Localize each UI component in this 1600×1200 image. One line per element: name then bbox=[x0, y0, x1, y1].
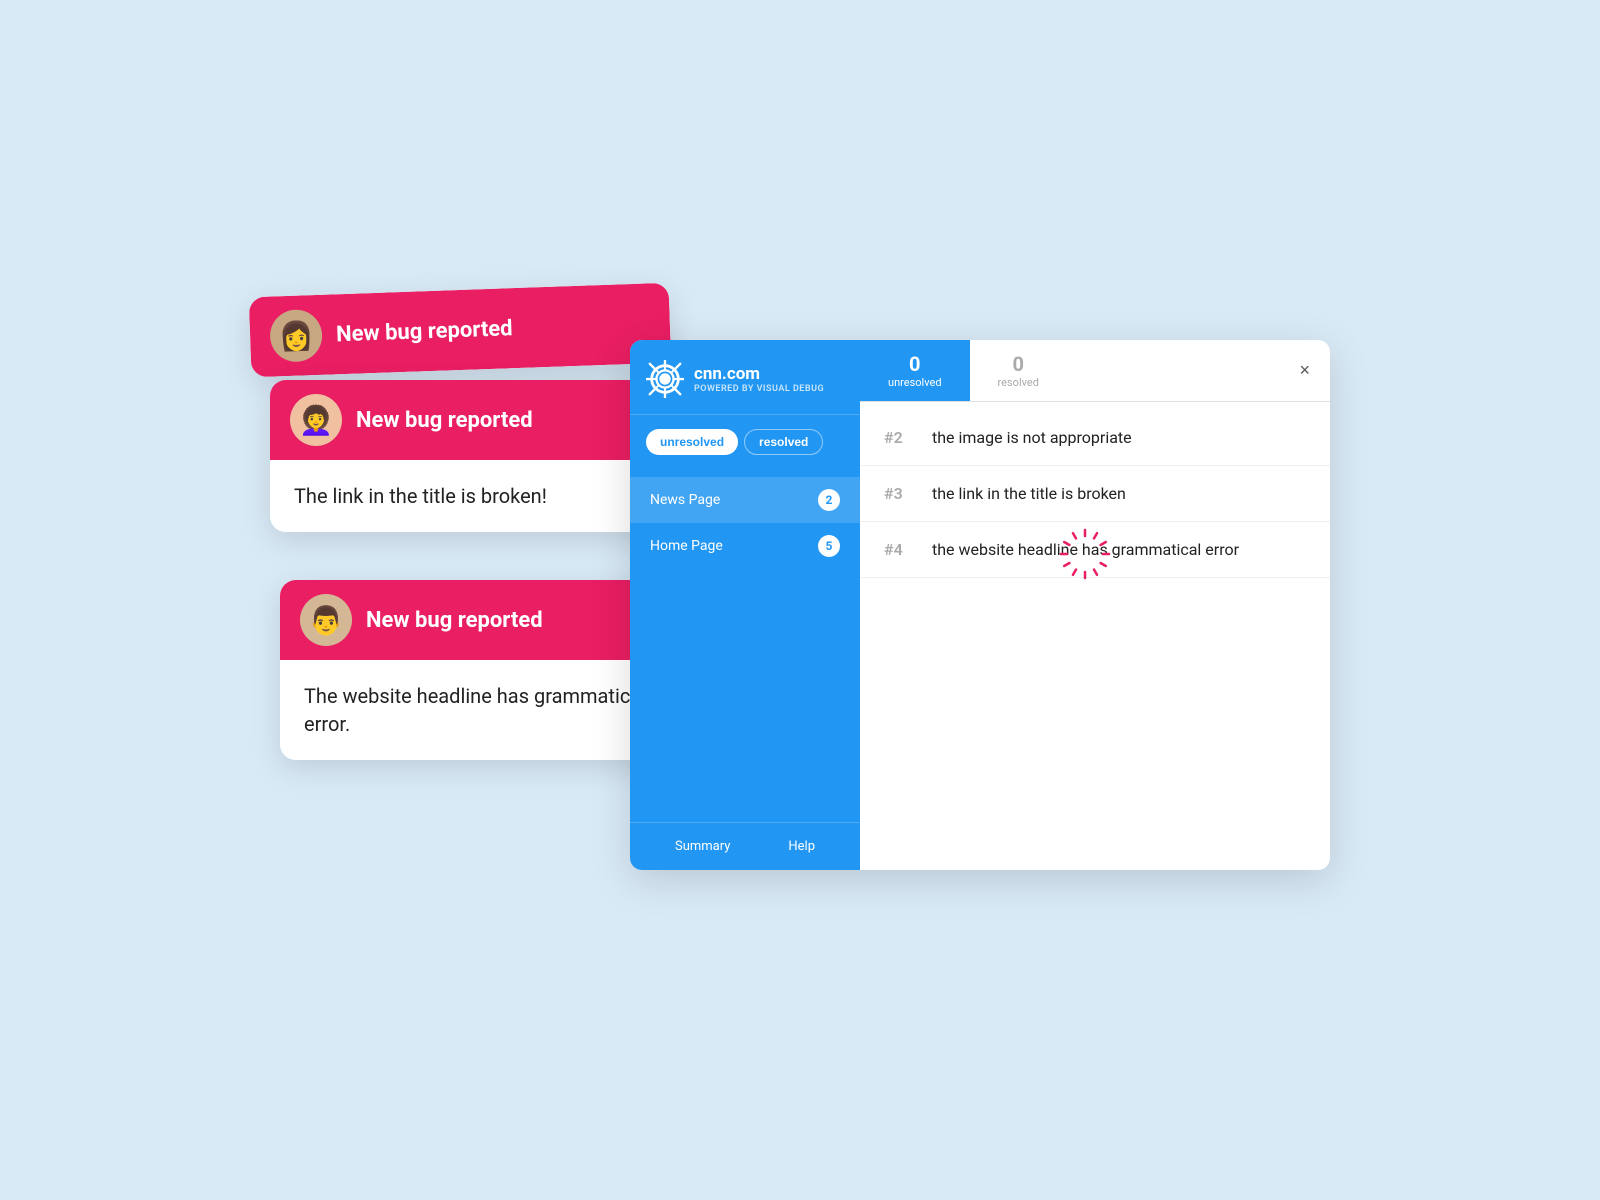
sidebar-help-link[interactable]: Help bbox=[788, 839, 815, 854]
bug-number-3: #3 bbox=[884, 484, 916, 503]
spin-svg bbox=[1055, 524, 1115, 584]
sidebar: cnn.com POWERED BY VISUAL DEBUG unresolv… bbox=[630, 340, 860, 870]
card-title-2: New bug reported bbox=[356, 408, 533, 433]
visual-debug-logo bbox=[646, 360, 684, 398]
sidebar-nav-item-home-label: Home Page bbox=[650, 538, 723, 554]
unresolved-label: unresolved bbox=[888, 376, 942, 389]
bug-description-3: the link in the title is broken bbox=[932, 484, 1306, 503]
sidebar-nav: News Page 2 Home Page 5 bbox=[630, 469, 860, 822]
bug-number-2: #2 bbox=[884, 428, 916, 447]
avatar-2: 👩‍🦱 bbox=[290, 394, 342, 446]
bug-item-2: #2 the image is not appropriate bbox=[860, 410, 1330, 466]
sidebar-domain: cnn.com bbox=[694, 364, 824, 384]
sidebar-subtitle: POWERED BY VISUAL DEBUG bbox=[694, 384, 824, 394]
sidebar-tab-resolved[interactable]: resolved bbox=[744, 429, 823, 455]
card-title-1: New bug reported bbox=[336, 316, 513, 347]
unresolved-count: 0 bbox=[909, 352, 920, 376]
tab-unresolved[interactable]: 0 unresolved bbox=[860, 340, 970, 401]
cursor-spin-indicator bbox=[1055, 524, 1115, 588]
bug-item-4: #4 the website headline has grammatical … bbox=[860, 522, 1330, 578]
close-button[interactable]: × bbox=[1279, 344, 1330, 397]
avatar-3: 👨 bbox=[300, 594, 352, 646]
resolved-count: 0 bbox=[1012, 352, 1023, 376]
avatar-1: 👩 bbox=[269, 309, 323, 363]
bug-description-4: the website headline has grammatical err… bbox=[932, 540, 1306, 559]
card-header-1: 👩 New bug reported bbox=[249, 283, 672, 378]
bug-item-3: #3 the link in the title is broken bbox=[860, 466, 1330, 522]
sidebar-nav-badge-home: 5 bbox=[818, 535, 840, 557]
sidebar-nav-item-home[interactable]: Home Page 5 bbox=[630, 523, 860, 569]
card-title-3: New bug reported bbox=[366, 608, 543, 633]
notification-card-1: 👩 New bug reported bbox=[249, 283, 672, 378]
bug-list: #2 the image is not appropriate #3 the l… bbox=[860, 402, 1330, 870]
sidebar-brand: cnn.com POWERED BY VISUAL DEBUG bbox=[694, 364, 824, 394]
tab-resolved[interactable]: 0 resolved bbox=[970, 340, 1067, 401]
sidebar-filter-tabs: unresolved resolved bbox=[630, 415, 860, 469]
sidebar-nav-badge-news: 2 bbox=[818, 489, 840, 511]
sidebar-nav-item-news[interactable]: News Page 2 bbox=[630, 477, 860, 523]
bug-description-2: the image is not appropriate bbox=[932, 428, 1306, 447]
sidebar-summary-link[interactable]: Summary bbox=[675, 839, 730, 854]
scene: 👩 New bug reported 👩‍🦱 New bug reported … bbox=[250, 290, 1350, 910]
resolved-label: resolved bbox=[998, 376, 1039, 389]
sidebar-header: cnn.com POWERED BY VISUAL DEBUG bbox=[630, 340, 860, 415]
sidebar-nav-item-news-label: News Page bbox=[650, 492, 720, 508]
content-header: 0 unresolved 0 resolved × bbox=[860, 340, 1330, 402]
sidebar-footer: Summary Help bbox=[630, 822, 860, 870]
main-panel: cnn.com POWERED BY VISUAL DEBUG unresolv… bbox=[630, 340, 1330, 870]
bug-number-4: #4 bbox=[884, 540, 916, 559]
sidebar-tab-unresolved[interactable]: unresolved bbox=[646, 429, 738, 455]
content-panel: 0 unresolved 0 resolved × #2 the image i… bbox=[860, 340, 1330, 870]
